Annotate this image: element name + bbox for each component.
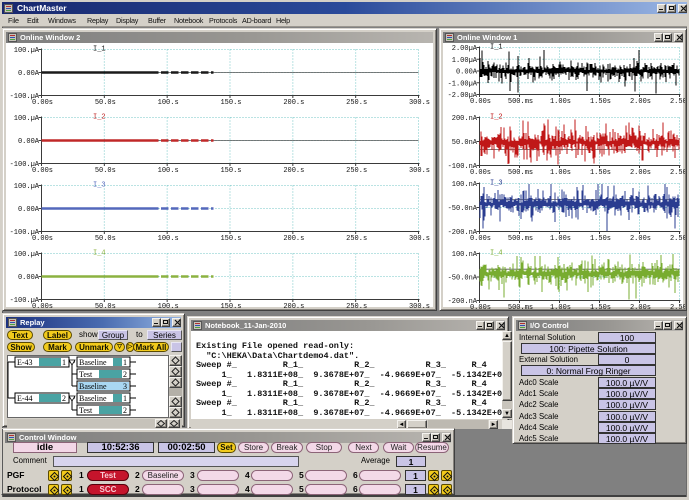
svg-text:500.ms: 500.ms	[508, 98, 533, 106]
svg-text:150.s: 150.s	[220, 303, 241, 309]
svg-text:500.ms: 500.ms	[508, 235, 533, 243]
svg-text:150.s: 150.s	[220, 99, 241, 107]
svg-text:100.µA: 100.µA	[14, 183, 40, 191]
svg-text:1.00s: 1.00s	[550, 304, 571, 309]
svg-text:I_2: I_2	[93, 114, 106, 122]
svg-text:1: 1	[123, 394, 127, 403]
svg-text:0.00s: 0.00s	[470, 98, 491, 106]
svg-text:0.00A: 0.00A	[18, 70, 40, 78]
svg-text:I_4: I_4	[490, 250, 503, 258]
svg-text:100.s: 100.s	[158, 167, 179, 175]
svg-text:100.s: 100.s	[158, 235, 179, 243]
svg-text:0.00s: 0.00s	[32, 99, 53, 107]
svg-text:1.00s: 1.00s	[550, 235, 571, 243]
svg-text:I_3: I_3	[490, 180, 503, 188]
svg-text:2.00s: 2.00s	[630, 98, 651, 106]
svg-text:2: 2	[123, 406, 127, 415]
svg-text:200.nA: 200.nA	[452, 115, 478, 123]
svg-text:2: 2	[123, 370, 127, 379]
svg-text:0.00A: 0.00A	[18, 138, 40, 146]
svg-text:I_3: I_3	[93, 182, 106, 190]
svg-text:2.00s: 2.00s	[630, 304, 651, 309]
svg-text:1.00s: 1.00s	[550, 169, 571, 177]
svg-text:0.00s: 0.00s	[32, 167, 53, 175]
svg-text:2.00µA: 2.00µA	[452, 45, 478, 53]
svg-text:I_4: I_4	[93, 250, 106, 258]
svg-text:0.00s: 0.00s	[470, 304, 491, 309]
svg-text:I_1: I_1	[490, 44, 503, 52]
svg-text:0.00s: 0.00s	[32, 303, 53, 309]
svg-text:200.s: 200.s	[283, 303, 304, 309]
svg-text:-50.0nA: -50.0nA	[448, 275, 478, 283]
svg-text:2: 2	[62, 394, 66, 403]
svg-text:E-44: E-44	[17, 394, 33, 403]
svg-text:200.s: 200.s	[283, 167, 304, 175]
svg-text:50.0s: 50.0s	[95, 99, 116, 107]
svg-text:100.µA: 100.µA	[14, 47, 40, 55]
svg-text:E-43: E-43	[17, 358, 33, 367]
svg-text:100.µA: 100.µA	[14, 115, 40, 123]
svg-text:100.nA: 100.nA	[452, 251, 478, 259]
svg-text:2.50s: 2.50s	[670, 169, 685, 177]
svg-text:150.s: 150.s	[220, 235, 241, 243]
svg-text:I_2: I_2	[490, 114, 503, 122]
svg-text:0.00A: 0.00A	[18, 206, 40, 214]
svg-text:2.00s: 2.00s	[630, 169, 651, 177]
svg-text:0.00s: 0.00s	[470, 169, 491, 177]
svg-text:100.s: 100.s	[158, 99, 179, 107]
svg-text:100.µA: 100.µA	[14, 251, 40, 259]
svg-text:Test: Test	[79, 406, 93, 415]
svg-text:Baseline: Baseline	[79, 358, 107, 367]
svg-text:200.s: 200.s	[283, 235, 304, 243]
svg-text:2.50s: 2.50s	[670, 235, 685, 243]
svg-text:250.s: 250.s	[346, 99, 367, 107]
svg-text:150.s: 150.s	[220, 167, 241, 175]
svg-text:1: 1	[123, 358, 127, 367]
svg-text:1.50s: 1.50s	[590, 98, 611, 106]
svg-text:250.s: 250.s	[346, 303, 367, 309]
svg-text:0.00s: 0.00s	[470, 235, 491, 243]
svg-text:1.50s: 1.50s	[590, 304, 611, 309]
svg-text:50.0nA: 50.0nA	[452, 139, 478, 147]
svg-text:3: 3	[123, 382, 127, 391]
svg-text:50.0s: 50.0s	[95, 303, 116, 309]
svg-text:250.s: 250.s	[346, 167, 367, 175]
svg-text:100.s: 100.s	[158, 303, 179, 309]
svg-text:Baseline: Baseline	[79, 394, 107, 403]
svg-text:300.s: 300.s	[409, 235, 430, 243]
svg-text:1.50s: 1.50s	[590, 169, 611, 177]
svg-text:1: 1	[62, 358, 66, 367]
svg-text:0.00A: 0.00A	[18, 274, 40, 282]
svg-text:200.s: 200.s	[283, 99, 304, 107]
svg-text:1.00µA: 1.00µA	[452, 57, 478, 65]
svg-text:100.nA: 100.nA	[452, 181, 478, 189]
svg-text:2.50s: 2.50s	[670, 98, 685, 106]
svg-text:300.s: 300.s	[409, 167, 430, 175]
svg-text:-50.0nA: -50.0nA	[448, 205, 478, 213]
svg-text:300.s: 300.s	[409, 99, 430, 107]
svg-text:1.50s: 1.50s	[590, 235, 611, 243]
svg-text:1.00s: 1.00s	[550, 98, 571, 106]
svg-text:500.ms: 500.ms	[508, 169, 533, 177]
svg-text:0.00s: 0.00s	[32, 235, 53, 243]
svg-text:300.s: 300.s	[409, 303, 430, 309]
svg-text:0.00A: 0.00A	[456, 69, 478, 77]
svg-text:2.00s: 2.00s	[630, 235, 651, 243]
svg-text:500.ms: 500.ms	[508, 304, 533, 309]
svg-text:250.s: 250.s	[346, 235, 367, 243]
svg-text:2.50s: 2.50s	[670, 304, 685, 309]
svg-text:50.0s: 50.0s	[95, 235, 116, 243]
svg-text:-1.00µA: -1.00µA	[448, 80, 478, 88]
svg-text:Test: Test	[79, 370, 93, 379]
svg-text:I_1: I_1	[93, 46, 106, 54]
svg-text:Baseline: Baseline	[79, 382, 107, 391]
svg-text:50.0s: 50.0s	[95, 167, 116, 175]
